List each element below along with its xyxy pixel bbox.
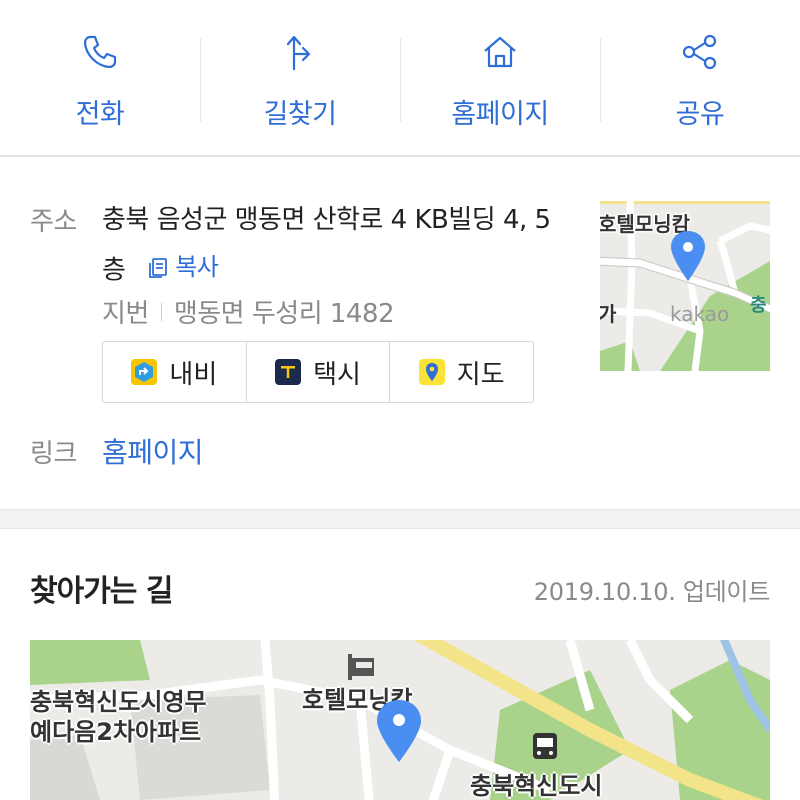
jibun-value: 맹동면 두성리 1482 — [173, 299, 395, 329]
navi-icon — [131, 359, 158, 385]
mini-map-thumbnail[interactable]: kakao 가 충 호텔모닝캄 — [600, 201, 770, 371]
directions-map-markers — [348, 654, 557, 762]
directions-button[interactable]: 길찾기 — [200, 0, 400, 156]
svg-text:가: 가 — [600, 302, 617, 326]
place-info-section: 주소 충북 음성군 맹동면 산학로 4 KB빌딩 4, 5층 복사 지번 맹동면… — [0, 157, 800, 509]
map-label: 지도 — [456, 359, 505, 390]
share-icon — [678, 30, 722, 74]
svg-text:충: 충 — [750, 295, 767, 316]
share-button[interactable]: 공유 — [600, 0, 800, 156]
directions-icon — [278, 30, 322, 74]
taxi-label: 택시 — [313, 359, 361, 390]
action-bar: 전화 길찾기 홈페이지 공유 — [0, 0, 800, 156]
homepage-button[interactable]: 홈페이지 — [400, 0, 600, 156]
jibun-label: 지번 — [102, 299, 149, 329]
hotel-icon — [348, 654, 374, 680]
map-action-buttons: 내비 택시 지도 — [102, 341, 534, 403]
taxi-icon — [275, 359, 302, 385]
jibun-separator — [160, 302, 162, 321]
navi-button[interactable]: 내비 — [103, 342, 246, 402]
section-gap — [0, 509, 800, 529]
copy-label: 복사 — [175, 253, 219, 281]
mini-map-place-label: 호텔모닝캄 — [600, 212, 691, 236]
call-label: 전화 — [75, 99, 125, 130]
link-label: 링크 — [30, 439, 77, 469]
address-block: 충북 음성군 맹동면 산학로 4 KB빌딩 4, 5층 복사 — [102, 197, 572, 295]
map-button[interactable]: 지도 — [389, 342, 533, 402]
directions-updated-date: 2019.10.10. 업데이트 — [533, 578, 771, 606]
copy-button[interactable]: 복사 — [147, 244, 219, 291]
share-label: 공유 — [675, 99, 725, 130]
location-pin-icon — [377, 700, 421, 762]
home-icon — [478, 30, 522, 74]
copy-icon — [149, 257, 168, 278]
svg-text:kakao: kakao — [670, 302, 729, 326]
directions-label: 길찾기 — [263, 99, 337, 130]
directions-map[interactable]: 충북혁신도시영무 예다음2차아파트 호텔모닝캄 충북혁신도시 — [30, 640, 770, 800]
map-pin-icon — [418, 359, 445, 385]
address-label: 주소 — [30, 207, 77, 237]
navi-label: 내비 — [169, 359, 218, 390]
homepage-label: 홈페이지 — [451, 99, 549, 130]
taxi-button[interactable]: 택시 — [245, 342, 390, 402]
mini-map-graphic: kakao 가 충 호텔모닝캄 — [600, 201, 770, 371]
call-button[interactable]: 전화 — [0, 0, 200, 156]
homepage-link[interactable]: 홈페이지 — [102, 431, 204, 471]
jibun-row: 지번 맹동면 두성리 1482 — [102, 293, 395, 330]
phone-icon — [78, 30, 122, 74]
directions-title: 찾아가는 길 — [30, 574, 173, 609]
bus-stop-icon — [533, 733, 557, 759]
